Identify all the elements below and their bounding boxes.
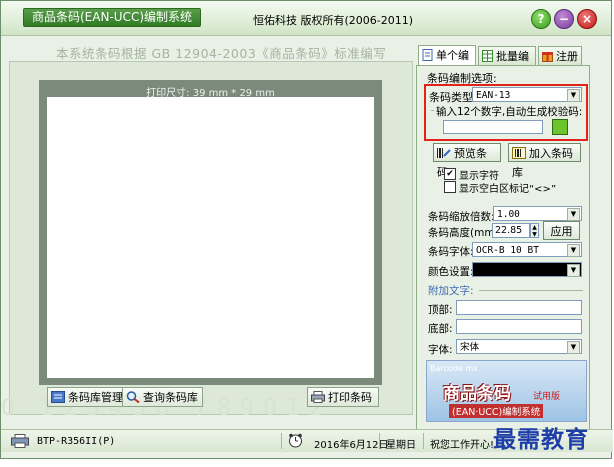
height-spinner[interactable]: ▲ ▼ [530,223,539,238]
barcode-type-value: EAN-13 [476,90,511,101]
app-title: 商品条码(EAN-UCC)编制系统 [23,8,202,27]
main-window: 商品条码(EAN-UCC)编制系统 恒佑科技 版权所有(2006-2011) ?… [0,0,613,459]
brand-overlay: 最需教育 [493,426,589,453]
status-weekday: 星期日 [386,440,416,451]
printer-icon [311,390,325,403]
tab-batch[interactable]: 批量编制 [478,46,536,82]
copyright-text: 恒佑科技 版权所有(2006-2011) [253,14,414,27]
digits-input[interactable] [443,120,543,134]
chevron-down-icon[interactable]: ▼ [567,341,580,354]
list-icon [51,390,65,403]
bottom-text-input[interactable] [456,319,582,334]
banner-small-text: Barcode mx [430,364,478,373]
chevron-down-icon[interactable]: ▼ [567,208,580,221]
status-separator [281,433,282,449]
apply-button[interactable]: 应用 [543,221,580,240]
top-text-label: 顶部: [428,304,453,316]
banner-title: 商品条码 [443,384,511,404]
tab-single[interactable]: 单个编制 [418,45,476,81]
title-bar: 商品条码(EAN-UCC)编制系统 恒佑科技 版权所有(2006-2011) ?… [1,1,611,36]
show-text-checkbox[interactable]: ✔ [444,168,456,180]
add-barcode-icon [512,146,526,159]
grid-icon [482,49,493,62]
close-button[interactable]: × [577,9,597,29]
tab-register-label: 注册 [556,50,578,63]
barcode-font-select[interactable]: OCR-B 10 BT ▼ [472,242,582,257]
height-input[interactable]: 22.85 [492,223,530,238]
query-library-button[interactable]: 查询条码库 [122,387,203,407]
top-text-input[interactable] [456,300,582,315]
status-message: 祝您工作开心! [430,440,495,451]
print-button[interactable]: 打印条码 [307,387,379,407]
color-label: 颜色设置: [428,266,474,278]
barcode-type-label: 条码类型: [429,91,477,104]
help-button[interactable]: ? [531,9,551,29]
status-date: 2016年6月12日 [314,440,389,451]
status-separator [423,433,424,449]
font-label: 条码字体: [428,246,474,258]
library-manage-button[interactable]: 条码库管理 [47,387,128,407]
scale-value: 1.00 [497,209,520,220]
add-to-library-button[interactable]: 加入条码库 [508,143,581,179]
extra-font-label: 字体: [428,344,453,356]
barcode-canvas[interactable] [47,97,374,378]
extra-font-select[interactable]: 宋体 ▼ [456,339,582,354]
minimize-button[interactable]: − [554,9,574,29]
barcode-type-select[interactable]: EAN-13 ▼ [472,87,582,102]
printer-name: BTP-R356II(P) [37,436,116,447]
tab-register[interactable]: 注册 [538,46,582,65]
gift-icon [542,49,553,62]
show-blank-checkbox[interactable] [444,181,456,193]
canvas-frame: 打印尺寸: 39 mm * 29 mm [39,80,382,385]
extra-font-value: 宋体 [460,342,480,353]
chevron-down-icon[interactable]: ▼ [567,244,580,257]
status-separator [379,433,380,449]
extra-text-divider [479,290,583,291]
library-manage-label: 条码库管理 [68,391,123,404]
digits-hint-label: 输入12个数字,自动生成校验码: [434,104,585,119]
barcode-preview-icon [437,146,451,158]
magnifier-icon [126,390,140,404]
check-digit-indicator [552,119,568,135]
banner-trial-label: 试用版 [533,392,561,402]
bottom-text-label: 底部: [428,323,453,335]
color-select[interactable]: ▼ [472,262,582,277]
product-banner[interactable]: Barcode mx 商品条码 试用版 (EAN·UCC)编制系统 [426,360,587,422]
extra-text-title: 附加文字: [428,285,474,297]
barcode-font-value: OCR-B 10 BT [476,245,539,256]
scale-label: 条码缩放倍数: [428,211,495,223]
standard-description: 本系统条码根据 GB 12904-2003《商品条码》标准编写 [56,46,387,61]
preview-button[interactable]: 预览条码 [433,143,501,179]
scale-select[interactable]: 1.00 ▼ [493,206,582,221]
document-icon [422,48,433,61]
chevron-down-icon[interactable]: ▼ [567,264,580,277]
print-label: 打印条码 [328,391,372,404]
banner-subtitle: (EAN·UCC)编制系统 [449,404,544,418]
printer-icon [11,434,29,451]
show-blank-label: 显示空白区标记“<>” [459,184,557,195]
clock-icon [288,433,303,451]
query-library-label: 查询条码库 [143,391,198,404]
chevron-down-icon[interactable]: ▼ [567,89,580,102]
